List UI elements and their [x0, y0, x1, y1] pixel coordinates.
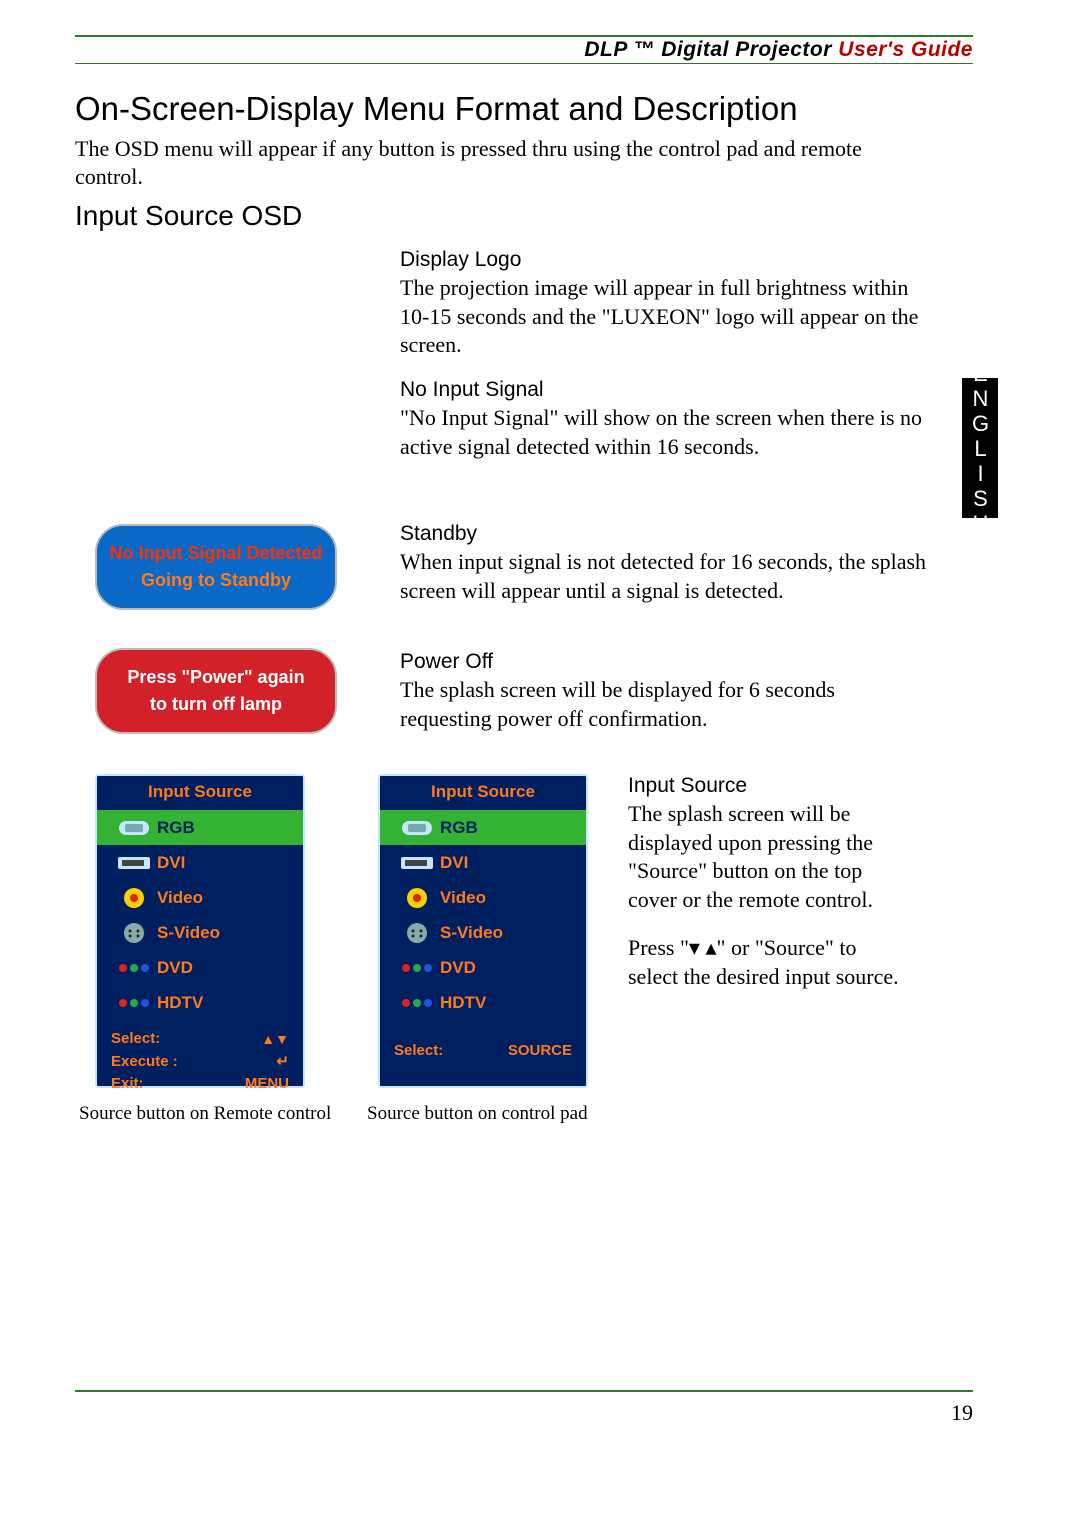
running-header: DLP ™ Digital Projector User's Guide — [584, 38, 973, 62]
intro-paragraph: The OSD menu will appear if any button i… — [75, 135, 925, 190]
input-label: RGB — [440, 818, 478, 838]
osd-poweroff-splash: Press "Power" again to turn off lamp — [95, 648, 337, 734]
input-label: Video — [157, 888, 203, 908]
footer-source-label: SOURCE — [508, 1040, 572, 1063]
input-label: S-Video — [440, 923, 503, 943]
component-dvd-icon — [111, 963, 157, 973]
footer-execute-label: Execute : — [111, 1051, 178, 1074]
body-standby: When input signal is not detected for 16… — [400, 548, 930, 605]
input-source-panel-controlpad: Input Source RGB DVI Video S-Video DVD H… — [378, 774, 588, 1088]
input-row-rgb: RGB — [380, 810, 586, 845]
input-row-dvi: DVI — [97, 845, 303, 880]
section-no-input: No Input Signal "No Input Signal" will s… — [400, 378, 930, 461]
input-row-video: Video — [97, 880, 303, 915]
input-label: DVI — [440, 853, 468, 873]
dvi-icon — [394, 857, 440, 869]
footer-exit-label: Exit: — [111, 1073, 144, 1096]
body-display-logo: The projection image will appear in full… — [400, 274, 930, 360]
input-label: HDTV — [440, 993, 486, 1013]
osd-poweroff-line1: Press "Power" again — [127, 664, 304, 691]
svideo-icon — [111, 922, 157, 944]
osd-poweroff-line2: to turn off lamp — [150, 691, 282, 718]
vga-icon — [394, 821, 440, 835]
input-label: Video — [440, 888, 486, 908]
input-row-svideo: S-Video — [97, 915, 303, 950]
osd-standby-line2: Going to Standby — [141, 567, 291, 594]
subheading-input-source: Input Source — [628, 774, 908, 798]
subheading-no-input: No Input Signal — [400, 378, 930, 402]
body-input-source-p2: Press "▾ ▴" or "Source" to select the de… — [628, 934, 908, 991]
footer-select-label: Select: — [111, 1028, 160, 1051]
body-no-input: "No Input Signal" will show on the scree… — [400, 404, 930, 461]
header-right: User's Guide — [838, 38, 973, 61]
section-input-source: Input Source The splash screen will be d… — [628, 774, 908, 992]
section-display-logo: Display Logo The projection image will a… — [400, 248, 930, 360]
dvi-icon — [111, 857, 157, 869]
section-power-off: Power Off The splash screen will be disp… — [400, 650, 930, 733]
input-row-hdtv: HDTV — [97, 985, 303, 1020]
footer-menu-label: MENU — [245, 1073, 289, 1096]
input-row-dvi: DVI — [380, 845, 586, 880]
input-label: DVD — [440, 958, 476, 978]
header-underline — [75, 63, 973, 64]
composite-video-icon — [394, 887, 440, 909]
input-source-panel-remote: Input Source RGB DVI Video S-Video DVD H… — [95, 774, 305, 1088]
caption-remote: Source button on Remote control — [79, 1103, 331, 1125]
panel-title: Input Source — [97, 776, 303, 810]
input-row-video: Video — [380, 880, 586, 915]
component-dvd-icon — [394, 963, 440, 973]
enter-icon: ↵ — [276, 1051, 289, 1074]
input-label: HDTV — [157, 993, 203, 1013]
body-input-source-p1: The splash screen will be displayed upon… — [628, 800, 908, 914]
header-left: DLP ™ Digital Projector — [584, 38, 832, 61]
input-label: DVI — [157, 853, 185, 873]
input-row-dvd: DVD — [97, 950, 303, 985]
updown-icon: ▲▼ — [261, 1029, 289, 1050]
caption-controlpad: Source button on control pad — [367, 1103, 588, 1125]
input-label: DVD — [157, 958, 193, 978]
svideo-icon — [394, 922, 440, 944]
panel-footer-remote: Select: ▲▼ Execute : ↵ Exit: MENU — [97, 1020, 303, 1106]
input-row-dvd: DVD — [380, 950, 586, 985]
input-row-hdtv: HDTV — [380, 985, 586, 1020]
footer-select-label: Select: — [394, 1040, 443, 1063]
subheading-power-off: Power Off — [400, 650, 930, 674]
input-label: RGB — [157, 818, 195, 838]
body-power-off: The splash screen will be displayed for … — [400, 676, 930, 733]
panel-footer-controlpad: Select: SOURCE — [380, 1020, 586, 1073]
section-standby: Standby When input signal is not detecte… — [400, 522, 930, 605]
panel-title: Input Source — [380, 776, 586, 810]
vga-icon — [111, 821, 157, 835]
bottom-rule — [75, 1390, 973, 1392]
osd-standby-line1: No Input Signal Detected — [109, 540, 322, 567]
subheading-display-logo: Display Logo — [400, 248, 930, 272]
component-hdtv-icon — [394, 998, 440, 1008]
section-heading: Input Source OSD — [75, 200, 302, 232]
input-label: S-Video — [157, 923, 220, 943]
page-number: 19 — [951, 1400, 973, 1426]
subheading-standby: Standby — [400, 522, 930, 546]
osd-standby-splash: No Input Signal Detected Going to Standb… — [95, 524, 337, 610]
input-row-rgb: RGB — [97, 810, 303, 845]
component-hdtv-icon — [111, 998, 157, 1008]
input-row-svideo: S-Video — [380, 915, 586, 950]
page-title: On-Screen-Display Menu Format and Descri… — [75, 90, 798, 128]
top-rule — [75, 35, 973, 37]
composite-video-icon — [111, 887, 157, 909]
language-tab: ENGLISH — [962, 378, 998, 518]
